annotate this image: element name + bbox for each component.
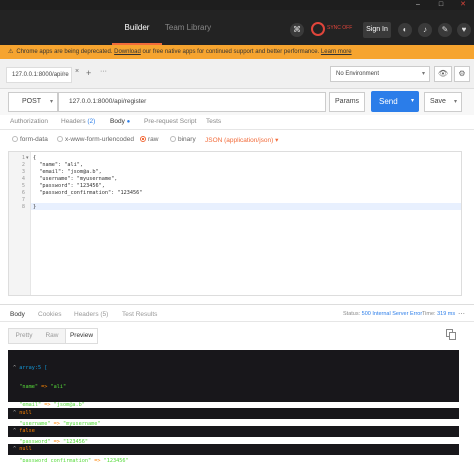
request-bar: POST ▾ 127.0.0.1:8000/api/register Param…	[0, 89, 474, 115]
response-tab-body[interactable]: Body	[10, 311, 25, 318]
heart-icon[interactable]: ♥	[457, 23, 471, 37]
tab-pre-request-script[interactable]: Pre-request Script	[144, 118, 196, 125]
radio-icon	[57, 136, 63, 142]
download-link[interactable]: Download	[114, 49, 141, 55]
radio-icon	[12, 136, 18, 142]
tab-builder[interactable]: Builder	[112, 10, 162, 45]
line-number: 6	[21, 190, 25, 196]
chevron-down-icon[interactable]: ▾	[411, 91, 414, 112]
chevron-down-icon: ▾	[275, 137, 279, 144]
chevron-down-icon[interactable]: ▾	[454, 93, 457, 111]
content-type-select[interactable]: JSON (application/json) ▾	[205, 136, 278, 144]
tab-authorization[interactable]: Authorization	[10, 118, 48, 125]
learn-more-link[interactable]: Learn more	[321, 49, 352, 55]
view-raw-button[interactable]: Raw	[39, 329, 65, 343]
line-number: 3	[21, 169, 25, 175]
view-pretty-button[interactable]: Pretty	[9, 329, 39, 343]
settings-wrench-icon[interactable]: ✎	[438, 23, 452, 37]
maximize-icon[interactable]: □	[436, 1, 446, 9]
gear-icon[interactable]: ⚙	[454, 66, 470, 82]
request-tabs: Authorization Headers (2) Body ● Pre-req…	[0, 115, 474, 130]
add-tab-button[interactable]: +	[86, 68, 91, 78]
notification-bell-icon[interactable]: ♪	[418, 23, 432, 37]
code-line: "name": "ali",	[33, 162, 83, 168]
more-tabs-icon[interactable]: ···	[100, 68, 107, 75]
code-line: "username": "myusername",	[33, 176, 118, 182]
tab-body[interactable]: Body ●	[110, 118, 130, 125]
request-tab[interactable]: 127.0.0.1:8000/api/re	[6, 67, 72, 83]
line-number: 4	[21, 176, 25, 182]
copy-icon[interactable]	[446, 329, 457, 341]
code-line: }	[33, 204, 37, 210]
deprecation-warning: ⚠ Chrome apps are being deprecated. Downl…	[0, 45, 474, 59]
line-gutter: 1 ▾ 2 3 4 5 6 7 8	[9, 152, 31, 295]
minimize-icon[interactable]: –	[413, 1, 423, 9]
radio-binary[interactable]: binary	[170, 136, 196, 143]
tab-headers[interactable]: Headers (2)	[61, 118, 95, 125]
signin-button[interactable]: Sign In	[363, 22, 391, 38]
radio-raw[interactable]: raw	[140, 136, 158, 143]
window-titlebar: – □ ✕	[0, 0, 474, 10]
line-number: 7	[21, 197, 25, 203]
close-window-icon[interactable]: ✕	[458, 1, 468, 9]
fold-arrow-icon[interactable]: ▾	[26, 155, 29, 161]
code-line: "email": "jsom@a.b",	[33, 169, 102, 175]
interceptor-icon[interactable]: ◐	[398, 23, 412, 37]
response-time: Time: 319 ms	[422, 311, 456, 317]
response-status: Status: 500 Internal Server Error	[343, 311, 423, 317]
sync-icon[interactable]	[311, 22, 325, 36]
method-select[interactable]: POST ▾	[8, 92, 58, 112]
var-dump-array: ^ array:5 [ "name" => "ali" "email" => "…	[8, 350, 459, 464]
response-view-row: Pretty Raw Preview	[0, 322, 474, 348]
response-tab-cookies[interactable]: Cookies	[38, 311, 61, 318]
response-tabs: Body Cookies Headers (5) Test Results St…	[0, 304, 474, 322]
response-tab-test-results[interactable]: Test Results	[122, 311, 157, 318]
bottom-spacer	[0, 462, 474, 474]
tab-tests[interactable]: Tests	[206, 118, 221, 125]
eye-icon[interactable]: 👁	[434, 66, 452, 82]
chevron-down-icon: ▾	[49, 99, 53, 105]
save-button[interactable]: Save ▾	[424, 92, 462, 112]
active-dot-icon: ●	[126, 119, 131, 125]
sync-status: SYNC OFF	[327, 25, 353, 31]
more-options-icon[interactable]: ⋯	[458, 310, 465, 318]
chevron-down-icon: ▾	[421, 71, 425, 77]
request-tab-strip: 127.0.0.1:8000/api/re × + ··· No Environ…	[0, 59, 474, 89]
var-dump-null: ^ null	[8, 408, 459, 419]
app-header: Builder Team Library ⌘ SYNC OFF Sign In …	[0, 10, 474, 45]
pane-divider[interactable]	[0, 296, 474, 304]
code-line: "password": "123456",	[33, 183, 105, 189]
current-line-highlight	[31, 203, 461, 210]
radio-checked-icon	[140, 136, 146, 142]
line-number: 8	[21, 204, 25, 210]
dump-entry: "name" => "ali"	[19, 383, 67, 390]
params-button[interactable]: Params	[329, 92, 365, 112]
body-editor[interactable]: 1 ▾ 2 3 4 5 6 7 8 { "name": "ali", "emai…	[8, 151, 462, 296]
radio-x-www-form-urlencoded[interactable]: x-www-form-urlencoded	[57, 136, 134, 143]
view-preview-button[interactable]: Preview	[65, 329, 97, 343]
var-dump-null: ^ null	[8, 444, 459, 455]
view-mode-group: Pretty Raw Preview	[8, 328, 98, 344]
environment-select[interactable]: No Environment ▾	[330, 66, 430, 82]
code-line: "password_confirmation": "123456"	[33, 190, 143, 196]
code-line: {	[33, 155, 37, 161]
response-tab-headers[interactable]: Headers (5)	[74, 311, 108, 318]
close-tab-icon[interactable]: ×	[75, 68, 79, 75]
runner-icon[interactable]: ⌘	[290, 23, 304, 37]
var-dump-false: ^ false	[8, 426, 459, 437]
line-number: 2	[21, 162, 25, 168]
warning-icon: ⚠	[8, 49, 14, 55]
tab-team-library[interactable]: Team Library	[162, 10, 214, 45]
radio-icon	[170, 136, 176, 142]
line-number: 1	[21, 155, 25, 161]
line-number: 5	[21, 183, 25, 189]
radio-form-data[interactable]: form-data	[12, 136, 48, 143]
body-type-row: form-data x-www-form-urlencoded raw bina…	[0, 130, 474, 150]
send-button[interactable]: Send ▾	[371, 91, 419, 112]
dump-header: ^ array:5 [	[13, 365, 48, 371]
url-input[interactable]: 127.0.0.1:8000/api/register	[58, 92, 326, 112]
